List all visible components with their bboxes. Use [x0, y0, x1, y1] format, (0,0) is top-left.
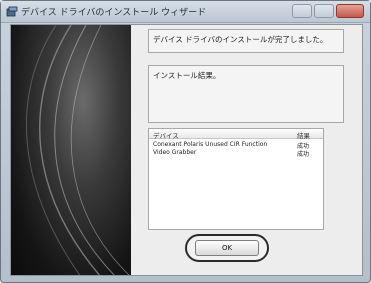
table-row[interactable]: Conexant Polaris Unused CIR Function 成功 [149, 141, 323, 150]
ok-button-highlight: OK [185, 234, 269, 262]
decorative-artwork [11, 25, 131, 275]
result-cell: 成功 [297, 151, 310, 158]
device-cell: Conexant Polaris Unused CIR Function [153, 141, 268, 148]
window-controls [292, 4, 364, 18]
minimize-icon[interactable] [292, 4, 312, 18]
results-table[interactable]: デバイス 結果 Conexant Polaris Unused CIR Func… [148, 128, 324, 230]
swoosh-graphic [26, 25, 130, 275]
title-bar: デバイス ドライバのインストール ウィザード [1, 1, 370, 23]
client-area: デバイス ドライバのインストールが完了しました。 インストール結果。 デバイス … [10, 24, 363, 276]
wizard-window: デバイス ドライバのインストール ウィザード デバイス ドライバのインストールが… [0, 0, 371, 283]
status-panel: デバイス ドライバのインストールが完了しました。 [148, 29, 344, 53]
close-icon[interactable] [336, 4, 364, 18]
maximize-icon[interactable] [314, 4, 334, 18]
result-panel: インストール結果。 [148, 65, 344, 123]
table-row[interactable]: Video Grabber 成功 [149, 149, 323, 158]
device-cell: Video Grabber [153, 149, 197, 156]
window-title: デバイス ドライバのインストール ウィザード [21, 8, 207, 18]
result-message: インストール結果。 [153, 71, 221, 80]
column-header-device[interactable]: デバイス [153, 130, 179, 140]
status-message: デバイス ドライバのインストールが完了しました。 [153, 35, 328, 44]
table-header: デバイス 結果 [149, 129, 323, 140]
wizard-icon [6, 6, 18, 17]
ok-button[interactable]: OK [195, 240, 259, 256]
column-header-result[interactable]: 結果 [297, 130, 310, 140]
